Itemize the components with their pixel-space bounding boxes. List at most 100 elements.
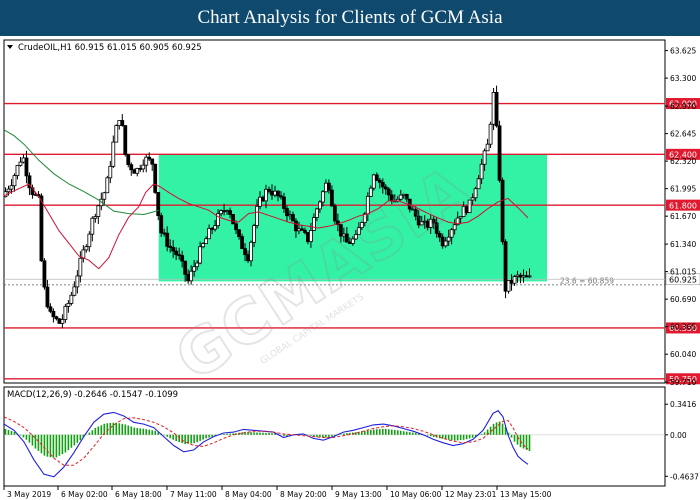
candle-body <box>332 205 337 222</box>
candle-body <box>326 182 331 191</box>
candle-body <box>255 205 259 226</box>
candle-body <box>90 217 95 235</box>
candle-body <box>144 156 149 166</box>
x-tick-label: 10 May 06:00 <box>390 490 442 499</box>
candle-body <box>246 254 250 262</box>
candle-body <box>527 275 532 278</box>
candle-body <box>264 188 268 202</box>
candle-body <box>147 156 152 160</box>
y-tick-label: 62.645 <box>670 130 696 139</box>
candle-body <box>488 123 493 145</box>
candle-body <box>105 177 110 194</box>
candle-body <box>162 232 167 235</box>
y-tick-label: 60.040 <box>670 350 696 359</box>
candle-body <box>312 217 316 231</box>
symbol-info: CrudeOIL,H1 60.915 61.015 60.905 60.925 <box>18 43 202 53</box>
candle-body <box>476 178 481 190</box>
candle-body <box>479 163 484 180</box>
candle-body <box>51 310 56 318</box>
candle-body <box>180 255 185 262</box>
candle-body <box>150 158 155 165</box>
macd-y-tick-label: 0.00 <box>670 431 687 440</box>
candle-body <box>21 157 26 163</box>
candle-body <box>153 163 158 193</box>
candle-body <box>84 246 89 251</box>
candle-body <box>261 196 265 202</box>
candle-body <box>111 141 116 167</box>
candle-body <box>288 214 292 217</box>
candle-body <box>78 257 83 277</box>
x-tick-label: 9 May 13:00 <box>335 490 382 499</box>
bid-label: 60.925 <box>669 275 697 284</box>
page-title: Chart Analysis for Clients of GCM Asia <box>197 7 503 28</box>
candle-body <box>126 153 131 166</box>
candle-body <box>93 216 98 219</box>
candle-body <box>123 125 128 155</box>
y-tick-label: 61.340 <box>670 240 696 249</box>
x-tick-label: 6 May 02:00 <box>61 490 108 499</box>
candle-body <box>108 165 113 179</box>
candle-body <box>18 161 23 166</box>
candle-body <box>225 210 229 213</box>
candle-body <box>518 274 523 278</box>
candle-body <box>473 188 478 199</box>
candle-body <box>96 205 101 217</box>
candle-body <box>63 305 68 320</box>
candle-body <box>159 215 164 234</box>
macd-y-tick-label: -0.4637 <box>670 472 699 481</box>
y-tick-label: 60.690 <box>670 295 696 304</box>
chart-area: 63.00062.40061.80060.35059.75023.6 = 60.… <box>3 39 700 499</box>
candle-body <box>371 174 376 189</box>
x-tick-label: 6 May 18:00 <box>115 490 162 499</box>
candle-body <box>279 195 283 198</box>
candle-body <box>323 182 328 193</box>
candle-body <box>33 194 38 196</box>
x-tick-label: 12 May 23:01 <box>445 490 497 499</box>
y-tick-label: 61.995 <box>670 185 696 194</box>
candle-body <box>75 275 80 288</box>
candle-body <box>138 168 143 170</box>
candle-body <box>491 92 496 125</box>
candle-body <box>87 233 92 248</box>
candle-body <box>506 280 511 292</box>
candle-body <box>317 201 322 210</box>
y-tick-label: 61.015 <box>670 268 696 277</box>
x-tick-label: 8 May 20:00 <box>280 490 327 499</box>
candle-body <box>222 210 226 213</box>
candle-body <box>12 175 17 187</box>
candle-body <box>509 280 514 284</box>
candle-body <box>380 181 385 188</box>
candle-body <box>117 120 122 126</box>
candle-body <box>285 208 289 217</box>
candle-body <box>168 245 173 248</box>
candle-body <box>276 190 280 197</box>
y-tick-label: 63.300 <box>670 74 696 83</box>
candle-body <box>120 120 125 126</box>
y-tick-label: 59.710 <box>670 378 696 387</box>
macd-label: MACD(12,26,9) -0.2646 -0.1547 -0.1099 <box>7 390 178 400</box>
candle-body <box>243 248 247 256</box>
candle-body <box>9 185 14 190</box>
y-tick-label: 61.670 <box>670 212 696 221</box>
candle-body <box>198 246 203 264</box>
candle-body <box>234 223 238 231</box>
candle-body <box>374 174 379 181</box>
candle-body <box>512 276 517 284</box>
chart-header: Chart Analysis for Clients of GCM Asia <box>0 0 700 36</box>
candle-body <box>315 208 319 218</box>
x-tick-label: 8 May 04:00 <box>225 490 272 499</box>
candle-body <box>165 232 170 247</box>
candle-body <box>24 157 29 177</box>
candle-body <box>524 275 529 278</box>
candle-body <box>69 294 74 304</box>
candle-body <box>282 196 286 209</box>
candle-body <box>141 164 146 170</box>
candle-body <box>446 236 451 242</box>
candle-body <box>500 179 505 243</box>
candle-body <box>177 254 182 257</box>
candle-body <box>129 164 134 171</box>
candle-body <box>228 210 232 215</box>
candle-body <box>291 214 295 222</box>
candle-body <box>267 188 271 192</box>
candle-body <box>48 306 53 312</box>
